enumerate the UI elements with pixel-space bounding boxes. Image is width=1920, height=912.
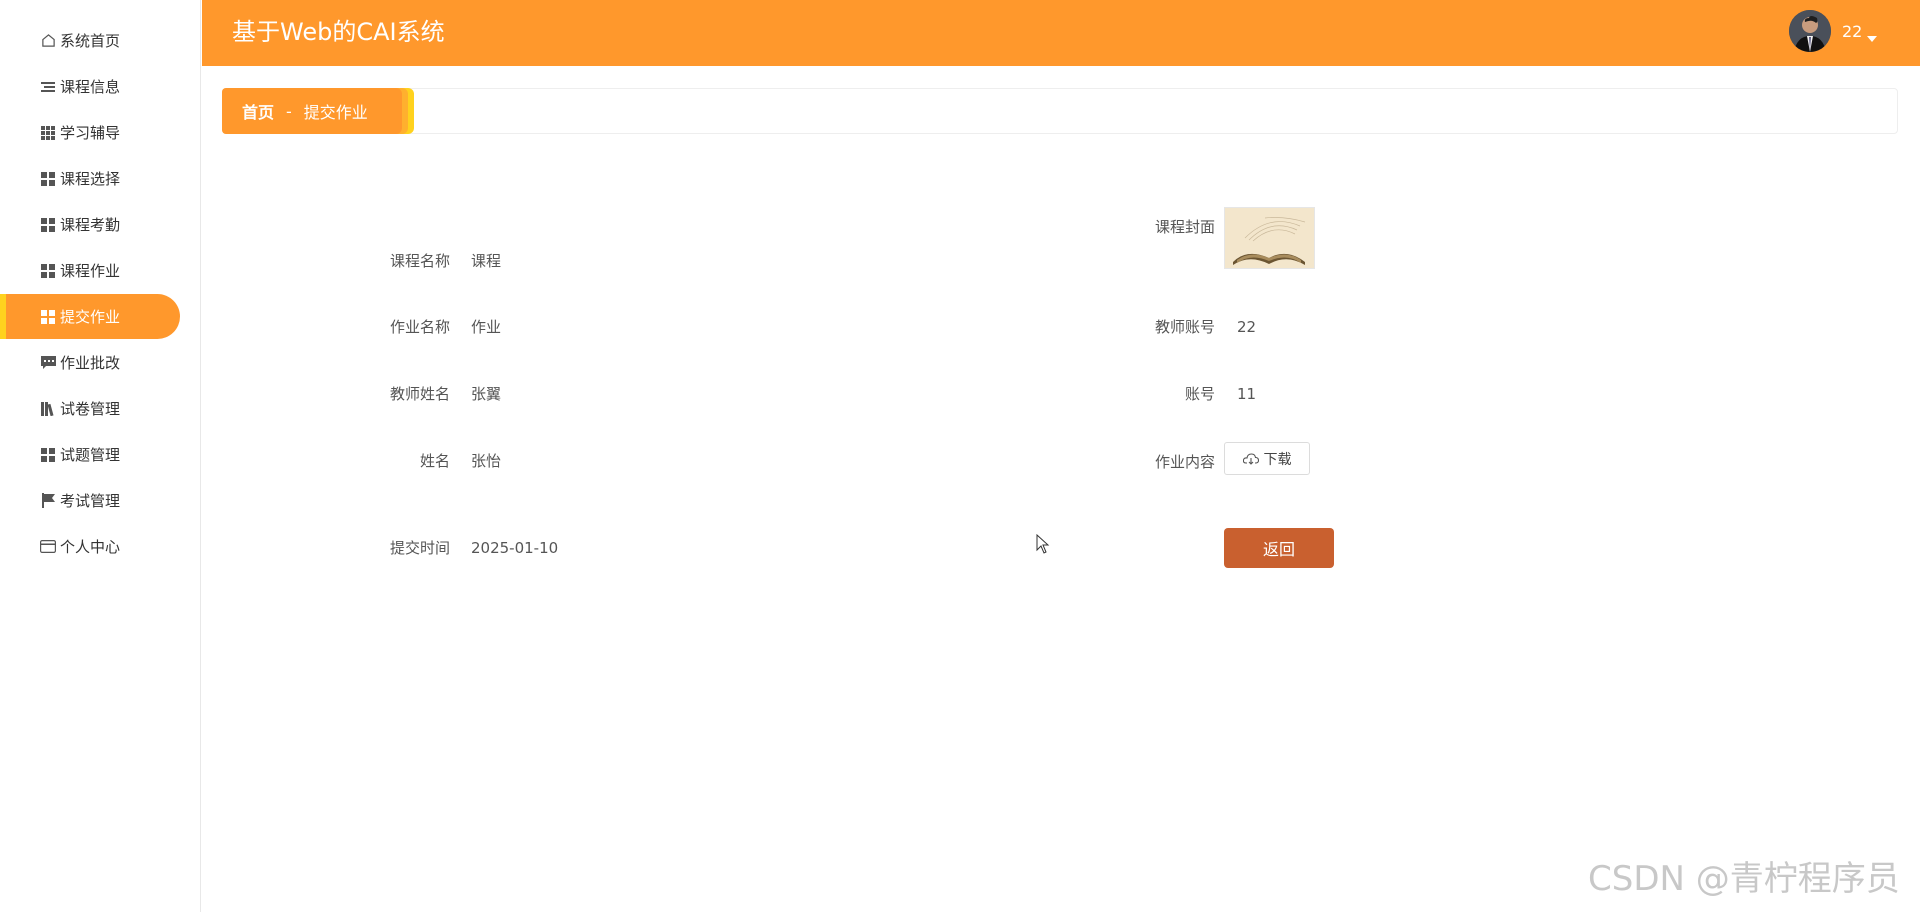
name-label: 姓名: [419, 452, 450, 470]
sidebar-item-home[interactable]: 系统首页: [0, 18, 180, 63]
top-header: 基于Web的CAI系统 22: [202, 0, 1920, 66]
sidebar-item-label: 提交作业: [60, 308, 121, 326]
sidebar-item-study-guide[interactable]: 学习辅导: [0, 110, 180, 155]
account-value: 11: [1237, 385, 1257, 403]
sidebar-item-course-select[interactable]: 课程选择: [0, 156, 180, 201]
list-icon: [40, 79, 56, 95]
course-cover-label: 课程封面: [1154, 218, 1215, 236]
sidebar-item-label: 试卷管理: [60, 400, 121, 418]
teacher-name-value: 张翼: [471, 385, 502, 403]
avatar[interactable]: [1789, 10, 1831, 52]
course-cover-image[interactable]: [1224, 207, 1315, 269]
back-button[interactable]: 返回: [1224, 528, 1334, 568]
sidebar-item-label: 个人中心: [60, 538, 121, 556]
sidebar-item-homework-grading[interactable]: 作业批改: [0, 340, 180, 385]
sidebar-item-question-management[interactable]: 试题管理: [0, 432, 180, 477]
flag-icon: [40, 493, 56, 509]
card-icon: [40, 539, 56, 555]
mouse-cursor-icon: [1036, 533, 1050, 558]
sidebar-item-personal-center[interactable]: 个人中心: [0, 524, 180, 569]
teacher-account-value: 22: [1237, 318, 1257, 336]
sidebar-item-label: 学习辅导: [60, 124, 121, 142]
sidebar-item-label: 课程作业: [60, 262, 121, 280]
download-label: 下载: [1263, 451, 1292, 468]
sidebar-item-course-homework[interactable]: 课程作业: [0, 248, 180, 293]
breadcrumb-separator: -: [286, 101, 292, 121]
teacher-account-label: 教师账号: [1154, 318, 1215, 336]
sidebar-item-label: 课程考勤: [60, 216, 121, 234]
sidebar-item-label: 考试管理: [60, 492, 121, 510]
watermark: CSDN @青柠程序员: [1588, 859, 1900, 899]
grid9-icon: [40, 125, 56, 141]
breadcrumb: 首页 - 提交作业: [222, 88, 402, 134]
submit-time-value: 2025-01-10: [471, 539, 559, 557]
sidebar-item-label: 系统首页: [60, 32, 121, 50]
sidebar-item-course-attendance[interactable]: 课程考勤: [0, 202, 180, 247]
home-icon: [40, 33, 56, 49]
username[interactable]: 22: [1842, 20, 1862, 44]
grid4-icon: [40, 217, 56, 233]
library-icon: [40, 401, 56, 417]
submit-time-label: 提交时间: [389, 539, 450, 557]
download-button[interactable]: 下载: [1224, 442, 1310, 475]
name-value: 张怡: [471, 452, 502, 470]
sidebar-item-course-info[interactable]: 课程信息: [0, 64, 180, 109]
sidebar-item-submit-homework[interactable]: 提交作业: [0, 294, 180, 339]
breadcrumb-current: 提交作业: [303, 103, 368, 122]
app-title: 基于Web的CAI系统: [232, 18, 445, 46]
account-label: 账号: [1184, 385, 1215, 403]
comment-icon: [40, 355, 56, 371]
teacher-name-label: 教师姓名: [389, 385, 450, 403]
sidebar-item-label: 作业批改: [60, 354, 121, 372]
homework-name-value: 作业: [471, 318, 502, 336]
grid4-icon: [40, 309, 56, 325]
breadcrumb-home[interactable]: 首页: [242, 99, 274, 123]
course-name-label: 课程名称: [389, 252, 450, 270]
chevron-down-icon[interactable]: [1867, 27, 1877, 46]
homework-name-label: 作业名称: [389, 318, 450, 336]
grid4-icon: [40, 263, 56, 279]
homework-content-label: 作业内容: [1154, 453, 1215, 471]
grid4-icon: [40, 171, 56, 187]
sidebar-item-paper-management[interactable]: 试卷管理: [0, 386, 180, 431]
sidebar-item-label: 课程选择: [60, 170, 121, 188]
sidebar-item-exam-management[interactable]: 考试管理: [0, 478, 180, 523]
sidebar: 系统首页 课程信息 学习辅导 课程选择 课程考勤 课程作业 提交作业 作业批改 …: [0, 0, 201, 912]
sidebar-item-label: 试题管理: [60, 446, 121, 464]
sidebar-item-label: 课程信息: [60, 78, 121, 96]
grid4-icon: [40, 447, 56, 463]
breadcrumb-bar: [222, 88, 1898, 134]
course-name-value: 课程: [471, 252, 502, 270]
cloud-download-icon: [1242, 452, 1264, 465]
